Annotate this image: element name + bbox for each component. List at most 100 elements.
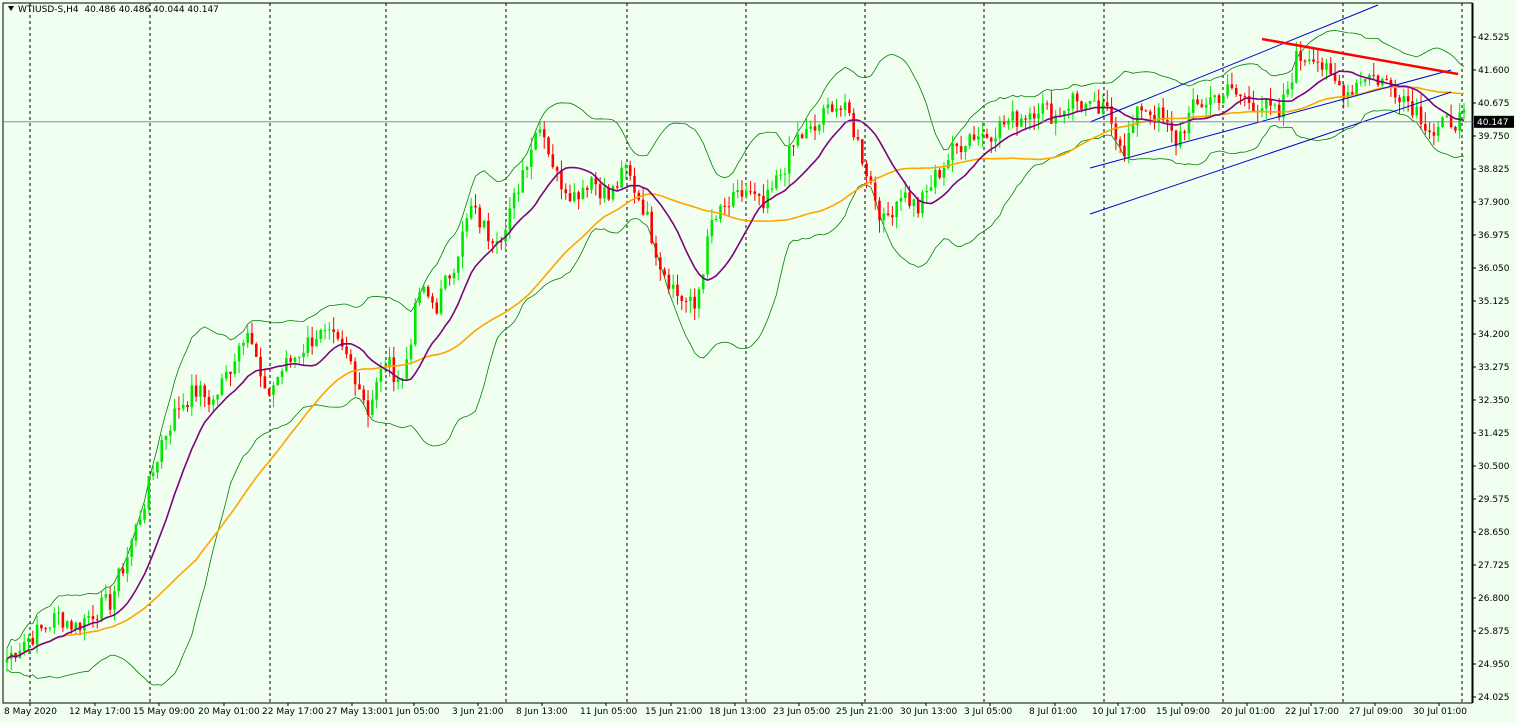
candle-body — [671, 284, 675, 289]
candle-body — [749, 191, 752, 193]
candle-body — [1127, 132, 1131, 157]
chart-background — [0, 0, 1516, 723]
candle-body — [899, 198, 903, 202]
chart-window[interactable]: 8 May 2020 12 May 17:00 15 May 09:00 20 May… — [0, 0, 1516, 723]
candle-body — [1325, 63, 1328, 70]
x-tick-label: 3 Jun 21:00 — [452, 707, 504, 717]
candle-body — [916, 199, 920, 214]
candle-body — [310, 337, 314, 347]
candle-body — [375, 381, 378, 400]
candle-body — [611, 186, 615, 200]
candle-body — [280, 370, 284, 377]
candle-body — [512, 192, 516, 209]
candle-body — [925, 190, 929, 193]
candle-body — [52, 613, 56, 628]
candle-body — [340, 338, 344, 347]
candle-body — [598, 184, 602, 199]
candle-body — [693, 296, 696, 309]
candle-body — [663, 269, 666, 275]
candle-body — [839, 108, 843, 110]
candle-body — [843, 102, 847, 110]
candle-body — [530, 149, 533, 167]
x-tick-label: 12 May 17:00 — [69, 707, 131, 717]
candle-body — [1028, 113, 1032, 120]
candle-body — [1118, 139, 1122, 146]
candle-body — [891, 215, 894, 218]
candle-body — [753, 191, 757, 195]
candle-body — [91, 616, 95, 620]
candle-body — [912, 199, 916, 206]
candle-body — [323, 329, 327, 331]
candle-body — [818, 124, 821, 131]
candle-body — [1183, 131, 1186, 134]
x-tick-label: 3 Jul 05:00 — [964, 707, 1013, 717]
candle-body — [169, 430, 172, 436]
symbol-title[interactable]: WTIUSD-S,H4 40.486 40.486 40.044 40.147 — [8, 5, 219, 15]
candle-body — [1131, 125, 1135, 133]
candle-body — [981, 134, 984, 137]
dropdown-triangle-icon[interactable] — [8, 6, 14, 11]
candle-body — [805, 128, 808, 139]
candle-body — [714, 218, 718, 220]
candle-body — [534, 132, 537, 150]
candle-body — [409, 344, 413, 360]
candle-body — [628, 165, 632, 176]
candle-body — [848, 102, 851, 113]
y-tick-label: 28.650 — [1478, 528, 1510, 538]
candle-body — [517, 192, 520, 194]
candle-body — [856, 137, 860, 140]
candle-body — [186, 404, 189, 408]
candle-body — [70, 621, 73, 630]
y-tick-label: 30.500 — [1478, 462, 1510, 472]
candle-body — [547, 137, 550, 155]
candle-body — [1350, 92, 1354, 95]
candle-body — [418, 292, 421, 303]
candle-body — [977, 136, 980, 140]
x-tick-label: 20 Jul 01:00 — [1221, 707, 1275, 717]
candle-body — [1252, 102, 1255, 111]
candle-body — [1415, 106, 1419, 116]
candle-body — [1140, 106, 1143, 111]
candle-body — [521, 170, 525, 193]
candle-body — [1234, 87, 1238, 95]
candle-body — [1243, 96, 1247, 98]
candle-body — [44, 628, 47, 630]
candle-body — [1320, 62, 1324, 70]
candle-body — [1265, 99, 1268, 109]
candle-body — [216, 394, 219, 400]
candle-body — [895, 201, 898, 218]
candle-body — [160, 440, 164, 462]
candle-body — [564, 189, 568, 194]
x-tick-label: 20 May 01:00 — [198, 707, 260, 717]
y-tick-label: 36.050 — [1478, 264, 1510, 274]
candle-body — [852, 112, 855, 138]
price-chart[interactable]: 8 May 2020 12 May 17:00 15 May 09:00 20 May… — [0, 0, 1516, 723]
candle-body — [1385, 78, 1388, 80]
candle-body — [65, 621, 69, 628]
candle-body — [667, 274, 671, 289]
candle-body — [349, 354, 353, 362]
candle-body — [775, 175, 778, 189]
candle-body — [250, 332, 254, 344]
candle-body — [641, 199, 645, 215]
x-tick-label: 22 May 17:00 — [262, 707, 324, 717]
candle-body — [689, 296, 692, 302]
candle-body — [1123, 145, 1126, 157]
candle-body — [138, 519, 142, 525]
candle-body — [560, 170, 563, 190]
candle-body — [710, 219, 714, 237]
candle-body — [117, 568, 121, 592]
candle-body — [104, 594, 108, 598]
y-tick-label: 31.425 — [1478, 429, 1510, 439]
candle-body — [860, 139, 864, 164]
candle-body — [220, 378, 224, 395]
candle-body — [1277, 104, 1281, 118]
candle-body — [487, 220, 490, 242]
candle-body — [1424, 124, 1427, 131]
candle-body — [1213, 95, 1217, 98]
candle-body — [1406, 96, 1410, 102]
candle-body — [121, 568, 125, 574]
candle-body — [830, 104, 834, 112]
current-price-label: 40.147 — [1477, 118, 1509, 128]
candle-body — [650, 211, 653, 244]
